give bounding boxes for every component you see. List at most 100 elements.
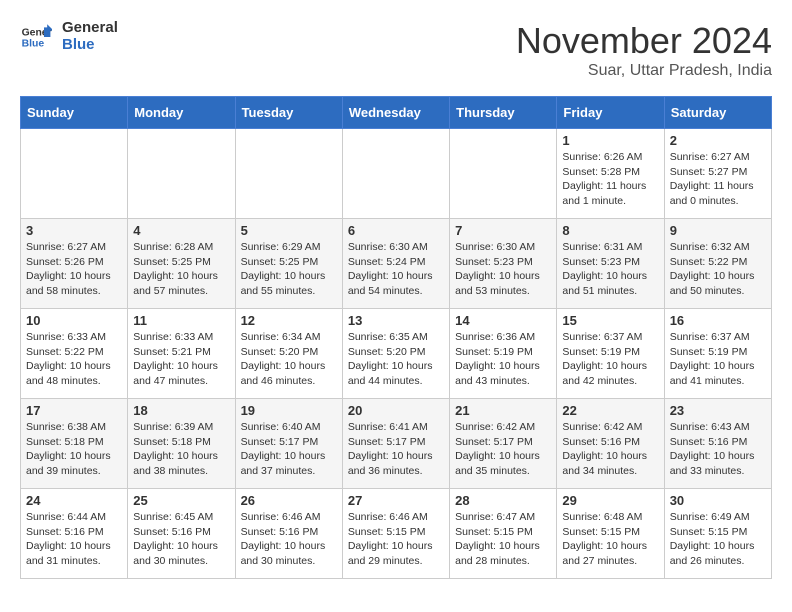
- day-cell-4-6: 30 Sunrise: 6:49 AMSunset: 5:15 PMDayligh…: [664, 489, 771, 579]
- day-cell-0-6: 2Sunrise: 6:27 AMSunset: 5:27 PMDaylight…: [664, 129, 771, 219]
- day-number: 27: [348, 493, 444, 508]
- day-cell-1-3: 6 Sunrise: 6:30 AMSunset: 5:24 PMDaylight…: [342, 219, 449, 309]
- header-saturday: Saturday: [664, 97, 771, 129]
- page-header: General Blue General Blue November 2024 …: [20, 20, 772, 80]
- day-cell-4-1: 25Sunrise: 6:45 AMSunset: 5:16 PMDayligh…: [128, 489, 235, 579]
- logo-icon: General Blue: [20, 21, 52, 53]
- day-cell-2-3: 13 Sunrise: 6:35 AMSunset: 5:20 PMDayligh…: [342, 309, 449, 399]
- day-number: 26: [241, 493, 337, 508]
- header-friday: Friday: [557, 97, 664, 129]
- day-info: Sunrise: 6:42 AMSunset: 5:17 PMDaylight:…: [455, 420, 551, 479]
- day-info: Sunrise: 6:44 AMSunset: 5:16 PMDaylight:…: [26, 510, 122, 569]
- day-number: 20: [348, 403, 444, 418]
- day-info: Sunrise: 6:31 AMSunset: 5:23 PMDaylight:…: [562, 240, 658, 299]
- month-title: November 2024: [516, 20, 772, 62]
- day-number: 5: [241, 223, 337, 238]
- logo: General Blue General Blue: [20, 20, 118, 53]
- day-cell-0-1: [128, 129, 235, 219]
- day-info: Sunrise: 6:35 AMSunset: 5:20 PMDaylight:…: [348, 330, 444, 389]
- svg-text:Blue: Blue: [22, 38, 45, 49]
- location-subtitle: Suar, Uttar Pradesh, India: [516, 62, 772, 80]
- day-cell-4-0: 24 Sunrise: 6:44 AMSunset: 5:16 PMDayligh…: [21, 489, 128, 579]
- day-cell-0-3: [342, 129, 449, 219]
- day-info: Sunrise: 6:45 AMSunset: 5:16 PMDaylight:…: [133, 510, 229, 569]
- day-info: Sunrise: 6:41 AMSunset: 5:17 PMDaylight:…: [348, 420, 444, 479]
- week-row-2: 3 Sunrise: 6:27 AMSunset: 5:26 PMDaylight…: [21, 219, 772, 309]
- day-number: 7: [455, 223, 551, 238]
- day-number: 8: [562, 223, 658, 238]
- day-cell-4-3: 27 Sunrise: 6:46 AMSunset: 5:15 PMDayligh…: [342, 489, 449, 579]
- day-cell-3-5: 22 Sunrise: 6:42 AMSunset: 5:16 PMDayligh…: [557, 399, 664, 489]
- day-cell-3-6: 23Sunrise: 6:43 AMSunset: 5:16 PMDayligh…: [664, 399, 771, 489]
- week-row-1: 1 Sunrise: 6:26 AMSunset: 5:28 PMDaylight…: [21, 129, 772, 219]
- day-cell-0-4: [450, 129, 557, 219]
- day-number: 1: [562, 133, 658, 148]
- day-info: Sunrise: 6:33 AMSunset: 5:22 PMDaylight:…: [26, 330, 122, 389]
- day-number: 13: [348, 313, 444, 328]
- day-info: Sunrise: 6:46 AMSunset: 5:15 PMDaylight:…: [348, 510, 444, 569]
- day-number: 14: [455, 313, 551, 328]
- day-info: Sunrise: 6:38 AMSunset: 5:18 PMDaylight:…: [26, 420, 122, 479]
- day-cell-2-0: 10 Sunrise: 6:33 AMSunset: 5:22 PMDayligh…: [21, 309, 128, 399]
- day-number: 18: [133, 403, 229, 418]
- day-cell-1-2: 5Sunrise: 6:29 AMSunset: 5:25 PMDaylight…: [235, 219, 342, 309]
- title-area: November 2024 Suar, Uttar Pradesh, India: [516, 20, 772, 80]
- day-cell-3-3: 20 Sunrise: 6:41 AMSunset: 5:17 PMDayligh…: [342, 399, 449, 489]
- day-cell-1-0: 3 Sunrise: 6:27 AMSunset: 5:26 PMDaylight…: [21, 219, 128, 309]
- day-info: Sunrise: 6:48 AMSunset: 5:15 PMDaylight:…: [562, 510, 658, 569]
- day-info: Sunrise: 6:36 AMSunset: 5:19 PMDaylight:…: [455, 330, 551, 389]
- day-number: 12: [241, 313, 337, 328]
- week-row-3: 10 Sunrise: 6:33 AMSunset: 5:22 PMDayligh…: [21, 309, 772, 399]
- day-cell-4-5: 29 Sunrise: 6:48 AMSunset: 5:15 PMDayligh…: [557, 489, 664, 579]
- week-row-4: 17 Sunrise: 6:38 AMSunset: 5:18 PMDayligh…: [21, 399, 772, 489]
- day-cell-4-4: 28 Sunrise: 6:47 AMSunset: 5:15 PMDayligh…: [450, 489, 557, 579]
- day-info: Sunrise: 6:30 AMSunset: 5:24 PMDaylight:…: [348, 240, 444, 299]
- logo-blue: Blue: [62, 37, 118, 54]
- day-info: Sunrise: 6:49 AMSunset: 5:15 PMDaylight:…: [670, 510, 766, 569]
- day-info: Sunrise: 6:37 AMSunset: 5:19 PMDaylight:…: [670, 330, 766, 389]
- day-info: Sunrise: 6:32 AMSunset: 5:22 PMDaylight:…: [670, 240, 766, 299]
- day-cell-3-2: 19Sunrise: 6:40 AMSunset: 5:17 PMDayligh…: [235, 399, 342, 489]
- day-cell-2-1: 11Sunrise: 6:33 AMSunset: 5:21 PMDayligh…: [128, 309, 235, 399]
- logo-general: General: [62, 20, 118, 37]
- day-number: 23: [670, 403, 766, 418]
- day-info: Sunrise: 6:42 AMSunset: 5:16 PMDaylight:…: [562, 420, 658, 479]
- day-number: 22: [562, 403, 658, 418]
- day-number: 28: [455, 493, 551, 508]
- day-number: 4: [133, 223, 229, 238]
- day-number: 29: [562, 493, 658, 508]
- calendar-table: SundayMondayTuesdayWednesdayThursdayFrid…: [20, 96, 772, 579]
- day-info: Sunrise: 6:27 AMSunset: 5:26 PMDaylight:…: [26, 240, 122, 299]
- calendar-header-row: SundayMondayTuesdayWednesdayThursdayFrid…: [21, 97, 772, 129]
- day-cell-1-1: 4 Sunrise: 6:28 AMSunset: 5:25 PMDaylight…: [128, 219, 235, 309]
- day-cell-3-4: 21 Sunrise: 6:42 AMSunset: 5:17 PMDayligh…: [450, 399, 557, 489]
- day-cell-1-4: 7 Sunrise: 6:30 AMSunset: 5:23 PMDaylight…: [450, 219, 557, 309]
- day-info: Sunrise: 6:28 AMSunset: 5:25 PMDaylight:…: [133, 240, 229, 299]
- day-number: 6: [348, 223, 444, 238]
- header-wednesday: Wednesday: [342, 97, 449, 129]
- header-tuesday: Tuesday: [235, 97, 342, 129]
- day-number: 17: [26, 403, 122, 418]
- day-cell-1-5: 8 Sunrise: 6:31 AMSunset: 5:23 PMDaylight…: [557, 219, 664, 309]
- day-info: Sunrise: 6:27 AMSunset: 5:27 PMDaylight:…: [670, 150, 766, 209]
- day-cell-3-0: 17 Sunrise: 6:38 AMSunset: 5:18 PMDayligh…: [21, 399, 128, 489]
- week-row-5: 24 Sunrise: 6:44 AMSunset: 5:16 PMDayligh…: [21, 489, 772, 579]
- day-number: 21: [455, 403, 551, 418]
- header-thursday: Thursday: [450, 97, 557, 129]
- day-cell-2-2: 12Sunrise: 6:34 AMSunset: 5:20 PMDayligh…: [235, 309, 342, 399]
- day-cell-0-0: [21, 129, 128, 219]
- day-number: 3: [26, 223, 122, 238]
- day-info: Sunrise: 6:26 AMSunset: 5:28 PMDaylight:…: [562, 150, 658, 209]
- day-number: 30: [670, 493, 766, 508]
- day-cell-3-1: 18 Sunrise: 6:39 AMSunset: 5:18 PMDayligh…: [128, 399, 235, 489]
- day-info: Sunrise: 6:39 AMSunset: 5:18 PMDaylight:…: [133, 420, 229, 479]
- day-info: Sunrise: 6:33 AMSunset: 5:21 PMDaylight:…: [133, 330, 229, 389]
- day-cell-2-5: 15Sunrise: 6:37 AMSunset: 5:19 PMDayligh…: [557, 309, 664, 399]
- day-number: 10: [26, 313, 122, 328]
- day-info: Sunrise: 6:47 AMSunset: 5:15 PMDaylight:…: [455, 510, 551, 569]
- day-info: Sunrise: 6:30 AMSunset: 5:23 PMDaylight:…: [455, 240, 551, 299]
- day-number: 24: [26, 493, 122, 508]
- day-number: 19: [241, 403, 337, 418]
- day-cell-4-2: 26Sunrise: 6:46 AMSunset: 5:16 PMDayligh…: [235, 489, 342, 579]
- day-number: 15: [562, 313, 658, 328]
